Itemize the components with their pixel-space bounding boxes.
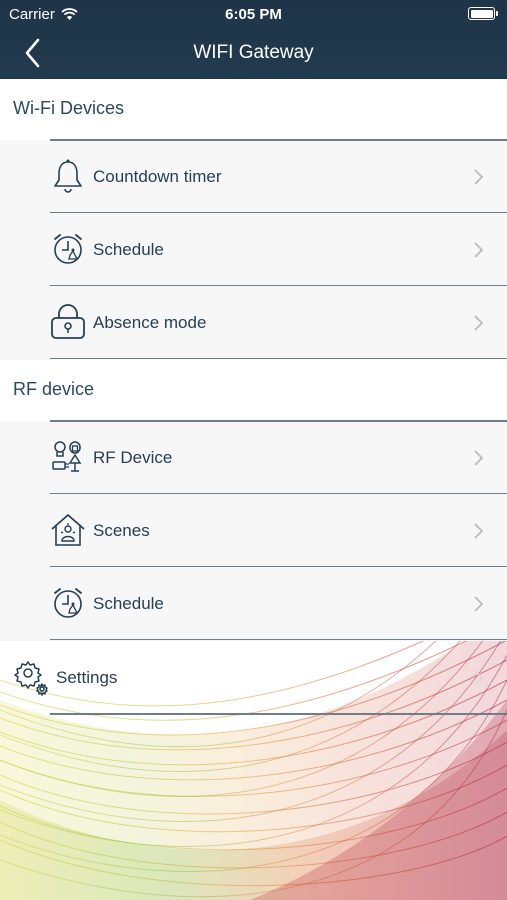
gears-icon [14, 661, 48, 696]
list-item-label: Absence mode [93, 313, 207, 332]
lock-icon [51, 304, 85, 339]
navigation-bar: Carrier 6:05 PM WIFI Gateway [0, 0, 507, 79]
battery-icon [468, 7, 498, 20]
status-bar: Carrier 6:05 PM [0, 0, 507, 28]
house-scene-icon [51, 514, 85, 546]
chevron-right-icon [474, 450, 484, 466]
chevron-right-icon [474, 523, 484, 539]
divider [50, 713, 507, 715]
list-item-label: Scenes [93, 521, 150, 540]
list-item-settings[interactable]: Settings [0, 641, 507, 714]
list-item-label: Countdown timer [93, 167, 222, 186]
list-item-label: Schedule [93, 594, 164, 613]
chevron-right-icon [474, 670, 484, 686]
section-header-rf-device: RF device [0, 360, 507, 421]
chevron-right-icon [474, 242, 484, 258]
list-item-rf-schedule[interactable]: Schedule [50, 567, 507, 640]
list-item-countdown-timer[interactable]: Countdown timer [50, 140, 507, 213]
section-header-wifi-devices: Wi-Fi Devices [0, 79, 507, 140]
chevron-right-icon [474, 315, 484, 331]
settings-label: Settings [56, 668, 118, 687]
bell-icon [54, 159, 82, 193]
list-item-label: RF Device [93, 448, 173, 467]
rf-devices-icon [52, 441, 82, 472]
chevron-right-icon [474, 169, 484, 185]
chevron-right-icon [474, 596, 484, 612]
section-title: RF device [13, 379, 95, 399]
alarm-clock-icon [54, 234, 82, 264]
section-title: Wi-Fi Devices [13, 98, 124, 118]
alarm-clock-icon [54, 588, 82, 618]
list-item-absence-mode[interactable]: Absence mode [50, 286, 507, 359]
status-time: 6:05 PM [225, 6, 282, 23]
list-item-rf-device[interactable]: RF Device [50, 421, 507, 494]
list-item-scenes[interactable]: Scenes [50, 494, 507, 567]
list-item-schedule[interactable]: Schedule [50, 213, 507, 286]
page-title: WIFI Gateway [193, 42, 314, 63]
list-item-label: Schedule [93, 240, 164, 259]
